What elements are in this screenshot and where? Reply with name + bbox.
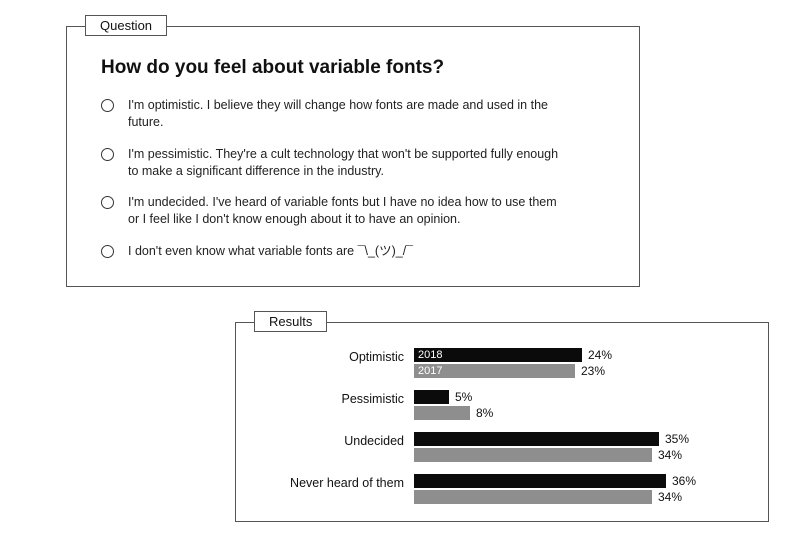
- legend-2018: 2018: [418, 348, 442, 362]
- bar-2017: 2017: [414, 364, 575, 378]
- bar-2017: [414, 448, 652, 462]
- question-tab-label: Question: [85, 15, 167, 36]
- bar-value: 34%: [658, 490, 682, 504]
- results-tab-label: Results: [254, 311, 327, 332]
- result-label: Optimistic: [246, 347, 414, 364]
- bar-2018: [414, 432, 659, 446]
- option-text: I'm undecided. I've heard of variable fo…: [128, 194, 568, 229]
- option-row[interactable]: I'm undecided. I've heard of variable fo…: [101, 194, 605, 229]
- question-title: How do you feel about variable fonts?: [101, 57, 605, 79]
- option-text: I'm pessimistic. They're a cult technolo…: [128, 146, 568, 181]
- bar-value: 23%: [581, 364, 605, 378]
- result-bars: 35% 34%: [414, 431, 746, 463]
- bar-value: 5%: [455, 390, 472, 404]
- result-row-pessimistic: Pessimistic 5% 8%: [246, 389, 746, 421]
- result-label: Undecided: [246, 431, 414, 448]
- result-bars: 2018 24% 2017 23%: [414, 347, 746, 379]
- bar-2018: [414, 390, 449, 404]
- result-label: Pessimistic: [246, 389, 414, 406]
- result-label: Never heard of them: [246, 473, 414, 490]
- bar-value: 35%: [665, 432, 689, 446]
- option-row[interactable]: I'm optimistic. I believe they will chan…: [101, 97, 605, 132]
- result-row-undecided: Undecided 35% 34%: [246, 431, 746, 463]
- result-row-never-heard: Never heard of them 36% 34%: [246, 473, 746, 505]
- option-row[interactable]: I don't even know what variable fonts ar…: [101, 243, 605, 260]
- result-bars: 36% 34%: [414, 473, 746, 505]
- option-row[interactable]: I'm pessimistic. They're a cult technolo…: [101, 146, 605, 181]
- bar-2017: [414, 406, 470, 420]
- radio-icon[interactable]: [101, 148, 114, 161]
- option-text: I don't even know what variable fonts ar…: [128, 243, 413, 260]
- bar-2018: 2018: [414, 348, 582, 362]
- result-row-optimistic: Optimistic 2018 24% 2017 23%: [246, 347, 746, 379]
- bar-value: 34%: [658, 448, 682, 462]
- radio-icon[interactable]: [101, 99, 114, 112]
- bar-2018: [414, 474, 666, 488]
- option-text: I'm optimistic. I believe they will chan…: [128, 97, 568, 132]
- bar-value: 8%: [476, 406, 493, 420]
- result-bars: 5% 8%: [414, 389, 746, 421]
- bar-value: 24%: [588, 348, 612, 362]
- legend-2017: 2017: [418, 364, 442, 378]
- question-panel: Question How do you feel about variable …: [66, 26, 640, 287]
- results-panel: Results Optimistic 2018 24% 2017 23% Pes…: [235, 322, 769, 522]
- bar-value: 36%: [672, 474, 696, 488]
- radio-icon[interactable]: [101, 196, 114, 209]
- bar-2017: [414, 490, 652, 504]
- radio-icon[interactable]: [101, 245, 114, 258]
